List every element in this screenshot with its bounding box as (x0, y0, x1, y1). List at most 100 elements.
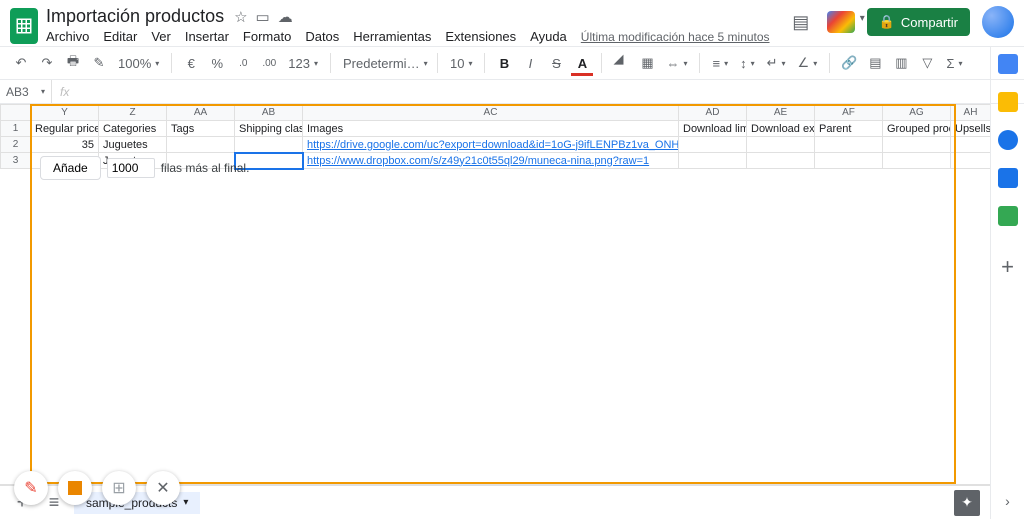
recorder-draw-icon[interactable]: ✎ (14, 471, 48, 505)
insert-chart-icon[interactable]: ▥ (890, 51, 912, 75)
row-header-1[interactable]: 1 (1, 121, 31, 137)
menu-extensions[interactable]: Extensiones (445, 29, 516, 44)
col-header-Z[interactable]: Z (99, 105, 167, 121)
cell[interactable] (679, 153, 747, 169)
menu-edit[interactable]: Editar (103, 29, 137, 44)
tasks-icon[interactable] (998, 130, 1018, 150)
cell[interactable]: Parent (815, 121, 883, 137)
row-header-2[interactable]: 2 (1, 137, 31, 153)
calendar-icon[interactable] (998, 54, 1018, 74)
last-edit-link[interactable]: Última modificación hace 5 minutos (581, 30, 770, 44)
functions-icon[interactable]: Σ (942, 56, 966, 71)
cell[interactable] (815, 153, 883, 169)
borders-button[interactable]: ▦ (636, 51, 658, 75)
cell[interactable] (883, 137, 951, 153)
addons-plus-icon[interactable]: + (1001, 254, 1014, 280)
cell[interactable]: Download limit (679, 121, 747, 137)
merge-cells-button[interactable]: ⇔ (662, 56, 691, 71)
recorder-grid-icon[interactable]: ⊞ (102, 471, 136, 505)
menu-tools[interactable]: Herramientas (353, 29, 431, 44)
halign-button[interactable]: ≡ (708, 56, 732, 71)
menu-insert[interactable]: Insertar (185, 29, 229, 44)
cell[interactable]: Regular price (31, 121, 99, 137)
add-rows-count-input[interactable] (107, 158, 155, 178)
italic-button[interactable]: I (519, 51, 541, 75)
meet-icon[interactable] (827, 11, 855, 33)
cell[interactable] (167, 137, 235, 153)
col-header-AE[interactable]: AE (747, 105, 815, 121)
cell[interactable]: 35 (31, 137, 99, 153)
insert-link-icon[interactable]: 🔗 (838, 51, 860, 75)
cell[interactable]: Download expiry (747, 121, 815, 137)
format-percent[interactable]: % (206, 51, 228, 75)
font-family-dropdown[interactable]: Predetermi… (339, 56, 429, 71)
maps-icon[interactable] (998, 206, 1018, 226)
menu-format[interactable]: Formato (243, 29, 291, 44)
explore-button[interactable]: ✦ (954, 490, 980, 516)
col-header-AG[interactable]: AG (883, 105, 951, 121)
move-icon[interactable]: ▭ (256, 8, 270, 26)
doc-title[interactable]: Importación productos (46, 6, 224, 27)
more-formats[interactable]: 123 (284, 56, 322, 71)
star-icon[interactable]: ☆ (234, 8, 247, 26)
print-icon[interactable]: 🖶 (62, 51, 84, 75)
fill-color-button[interactable]: ◢ (610, 51, 632, 75)
name-box[interactable]: AB3 (0, 80, 52, 103)
share-button[interactable]: 🔒 Compartir (867, 8, 970, 36)
menu-help[interactable]: Ayuda (530, 29, 567, 44)
text-color-button[interactable]: A (571, 51, 593, 75)
col-header-AA[interactable]: AA (167, 105, 235, 121)
account-avatar[interactable] (982, 6, 1014, 38)
zoom-dropdown[interactable]: 100% (114, 56, 163, 71)
cell[interactable] (747, 153, 815, 169)
recorder-close-icon[interactable]: ✕ (146, 471, 180, 505)
recorder-flag-icon[interactable] (58, 471, 92, 505)
col-header-AC[interactable]: AC (303, 105, 679, 121)
cell[interactable]: Upsells (951, 121, 991, 137)
menu-data[interactable]: Datos (305, 29, 339, 44)
filter-icon[interactable]: ▽ (916, 51, 938, 75)
cell[interactable]: Images (303, 121, 679, 137)
image-link[interactable]: https://www.dropbox.com/s/z49y21c0t55ql2… (307, 155, 649, 167)
cell[interactable]: Shipping class (235, 121, 303, 137)
wrap-button[interactable]: ↵ (763, 55, 790, 71)
col-header-Y[interactable]: Y (31, 105, 99, 121)
cell[interactable] (679, 137, 747, 153)
col-header-AF[interactable]: AF (815, 105, 883, 121)
font-size-dropdown[interactable]: 10 (446, 56, 476, 71)
increase-decimal[interactable]: .00 (258, 51, 280, 75)
cell[interactable] (235, 137, 303, 153)
menu-view[interactable]: Ver (151, 29, 171, 44)
cell[interactable] (747, 137, 815, 153)
insert-comment-icon[interactable]: ▤ (864, 51, 886, 75)
col-header-AB[interactable]: AB (235, 105, 303, 121)
cell[interactable]: https://drive.google.com/uc?export=downl… (303, 137, 679, 153)
strike-button[interactable]: S (545, 51, 567, 75)
comments-icon[interactable]: ▤ (787, 8, 815, 36)
decrease-decimal[interactable]: .0 (232, 51, 254, 75)
cloud-status-icon[interactable]: ☁ (278, 8, 293, 26)
cell[interactable]: Tags (167, 121, 235, 137)
rotate-button[interactable]: ∠ (794, 55, 822, 71)
col-header-AD[interactable]: AD (679, 105, 747, 121)
row-header-3[interactable]: 3 (1, 153, 31, 169)
cell[interactable]: Grouped products (883, 121, 951, 137)
bold-button[interactable]: B (493, 51, 515, 75)
cell[interactable]: Categories (99, 121, 167, 137)
cell[interactable]: Juguetes (99, 137, 167, 153)
cell[interactable] (815, 137, 883, 153)
sheets-logo[interactable] (10, 8, 38, 44)
sidepanel-collapse-icon[interactable]: › (1005, 493, 1010, 509)
redo-icon[interactable]: ↷ (36, 51, 58, 75)
menu-file[interactable]: Archivo (46, 29, 89, 44)
image-link[interactable]: https://drive.google.com/uc?export=downl… (307, 139, 679, 151)
cell[interactable] (951, 153, 991, 169)
cell[interactable] (951, 137, 991, 153)
cell[interactable] (883, 153, 951, 169)
valign-button[interactable]: ↕ (736, 56, 759, 71)
contacts-icon[interactable] (998, 168, 1018, 188)
sheet-tab-menu-icon[interactable]: ▾ (183, 497, 188, 508)
cell[interactable]: https://www.dropbox.com/s/z49y21c0t55ql2… (303, 153, 679, 169)
add-rows-button[interactable]: Añade (40, 156, 101, 180)
col-header-AH[interactable]: AH (951, 105, 991, 121)
